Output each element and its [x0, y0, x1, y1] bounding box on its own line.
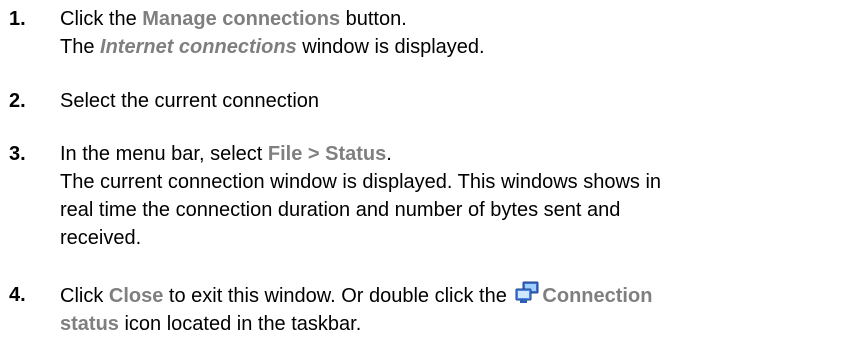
step-body: Select the current connection [60, 87, 860, 115]
close-button-label: Close [108, 285, 164, 307]
step-line: Click Close to exit this window. Or doub… [60, 281, 860, 310]
step-line: real time the connection duration and nu… [60, 199, 621, 221]
network-computers-icon [514, 281, 540, 305]
step-body: Click the Manage connections button. The… [60, 5, 860, 61]
step-line: The Internet connections window is displ… [60, 36, 485, 58]
step-number: 2. [9, 90, 26, 112]
step-number: 3. [9, 143, 26, 165]
step-line: In the menu bar, select File > Status. [60, 143, 392, 165]
connection-status-label: status [60, 313, 119, 335]
file-status-menu-path: File > Status [267, 143, 387, 165]
step-number: 1. [9, 8, 26, 30]
step-line: Select the current connection [60, 90, 320, 112]
internet-connections-window-name: Internet connections [100, 36, 297, 58]
step-line: The current connection window is display… [60, 171, 662, 193]
step-line: received. [60, 227, 142, 249]
manage-connections-button-label: Manage connections [142, 8, 341, 30]
step-body: Click Close to exit this window. Or doub… [60, 281, 860, 338]
instruction-steps: 1. Click the Manage connections button. … [0, 0, 868, 349]
connection-status-label: Connection [542, 285, 653, 307]
step-body: In the menu bar, select File > Status. T… [60, 140, 860, 252]
step-number: 4. [9, 284, 26, 306]
step-line: status icon located in the taskbar. [60, 313, 362, 335]
step-line: Click the Manage connections button. [60, 8, 407, 30]
